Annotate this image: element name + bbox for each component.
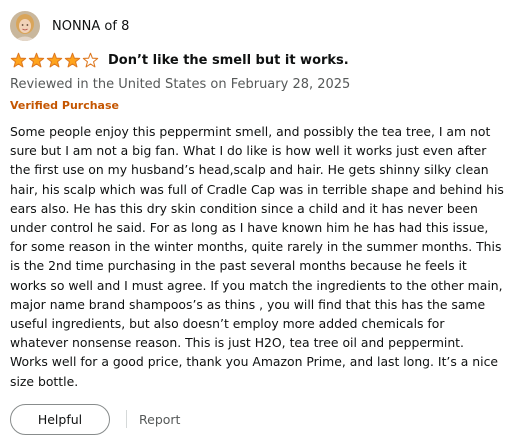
helpful-button[interactable]: Helpful (10, 403, 110, 435)
star-rating[interactable] (10, 52, 100, 69)
star-filled-icon (10, 52, 27, 67)
reviewer-name[interactable]: NONNA of 8 (52, 19, 129, 34)
review-body-line: for some reason in the winter months, qu… (10, 239, 502, 255)
review-body-line: whatever nonsense reason. This is just H… (10, 335, 464, 351)
review-body-line: useful ingredients, but also doesn’t emp… (10, 316, 445, 332)
rating-row: Don’t like the smell but it works. (10, 50, 512, 70)
review-body-line: is the 2nd time purchasing in the past s… (10, 258, 467, 274)
review-body-line: Works well for a good price, thank you A… (10, 354, 499, 370)
star-filled-icon (28, 52, 45, 67)
review-title[interactable]: Don’t like the smell but it works. (108, 53, 349, 68)
review-body-line: works so well and I must agree. If you m… (10, 277, 503, 293)
star-filled-icon (46, 52, 63, 67)
star-empty-icon (82, 52, 99, 67)
star-filled-icon (64, 52, 81, 67)
review-date: Reviewed in the United States on Februar… (10, 77, 351, 92)
review-body-line: ears also. He has this dry skin conditio… (10, 200, 478, 216)
review-body-line: under control he said. For as long as I … (10, 220, 489, 236)
review-body: Some people enjoy this peppermint smell,… (10, 122, 512, 391)
divider (126, 410, 127, 429)
review-body-line: major name brand shampoos’s as thins , y… (10, 296, 486, 312)
review-actions: Helpful Report (10, 403, 512, 435)
reviewer-profile[interactable]: NONNA of 8 (10, 10, 512, 42)
review-body-line: sure but I am not a big fan. What I do l… (10, 143, 487, 159)
verified-purchase-badge: Verified Purchase (10, 99, 119, 112)
review-card: NONNA of 8 Don’t like the smell but it w… (10, 10, 512, 435)
avatar[interactable] (10, 11, 40, 41)
review-body-line: hair, his scalp which was full of Cradle… (10, 181, 504, 197)
review-body-line: size bottle. (10, 373, 79, 389)
profile-photo-icon (10, 11, 40, 41)
report-link[interactable]: Report (139, 412, 180, 427)
review-body-line: Some people enjoy this peppermint smell,… (10, 124, 491, 139)
review-body-line: the first use on my husband’s head,scalp… (10, 162, 489, 178)
